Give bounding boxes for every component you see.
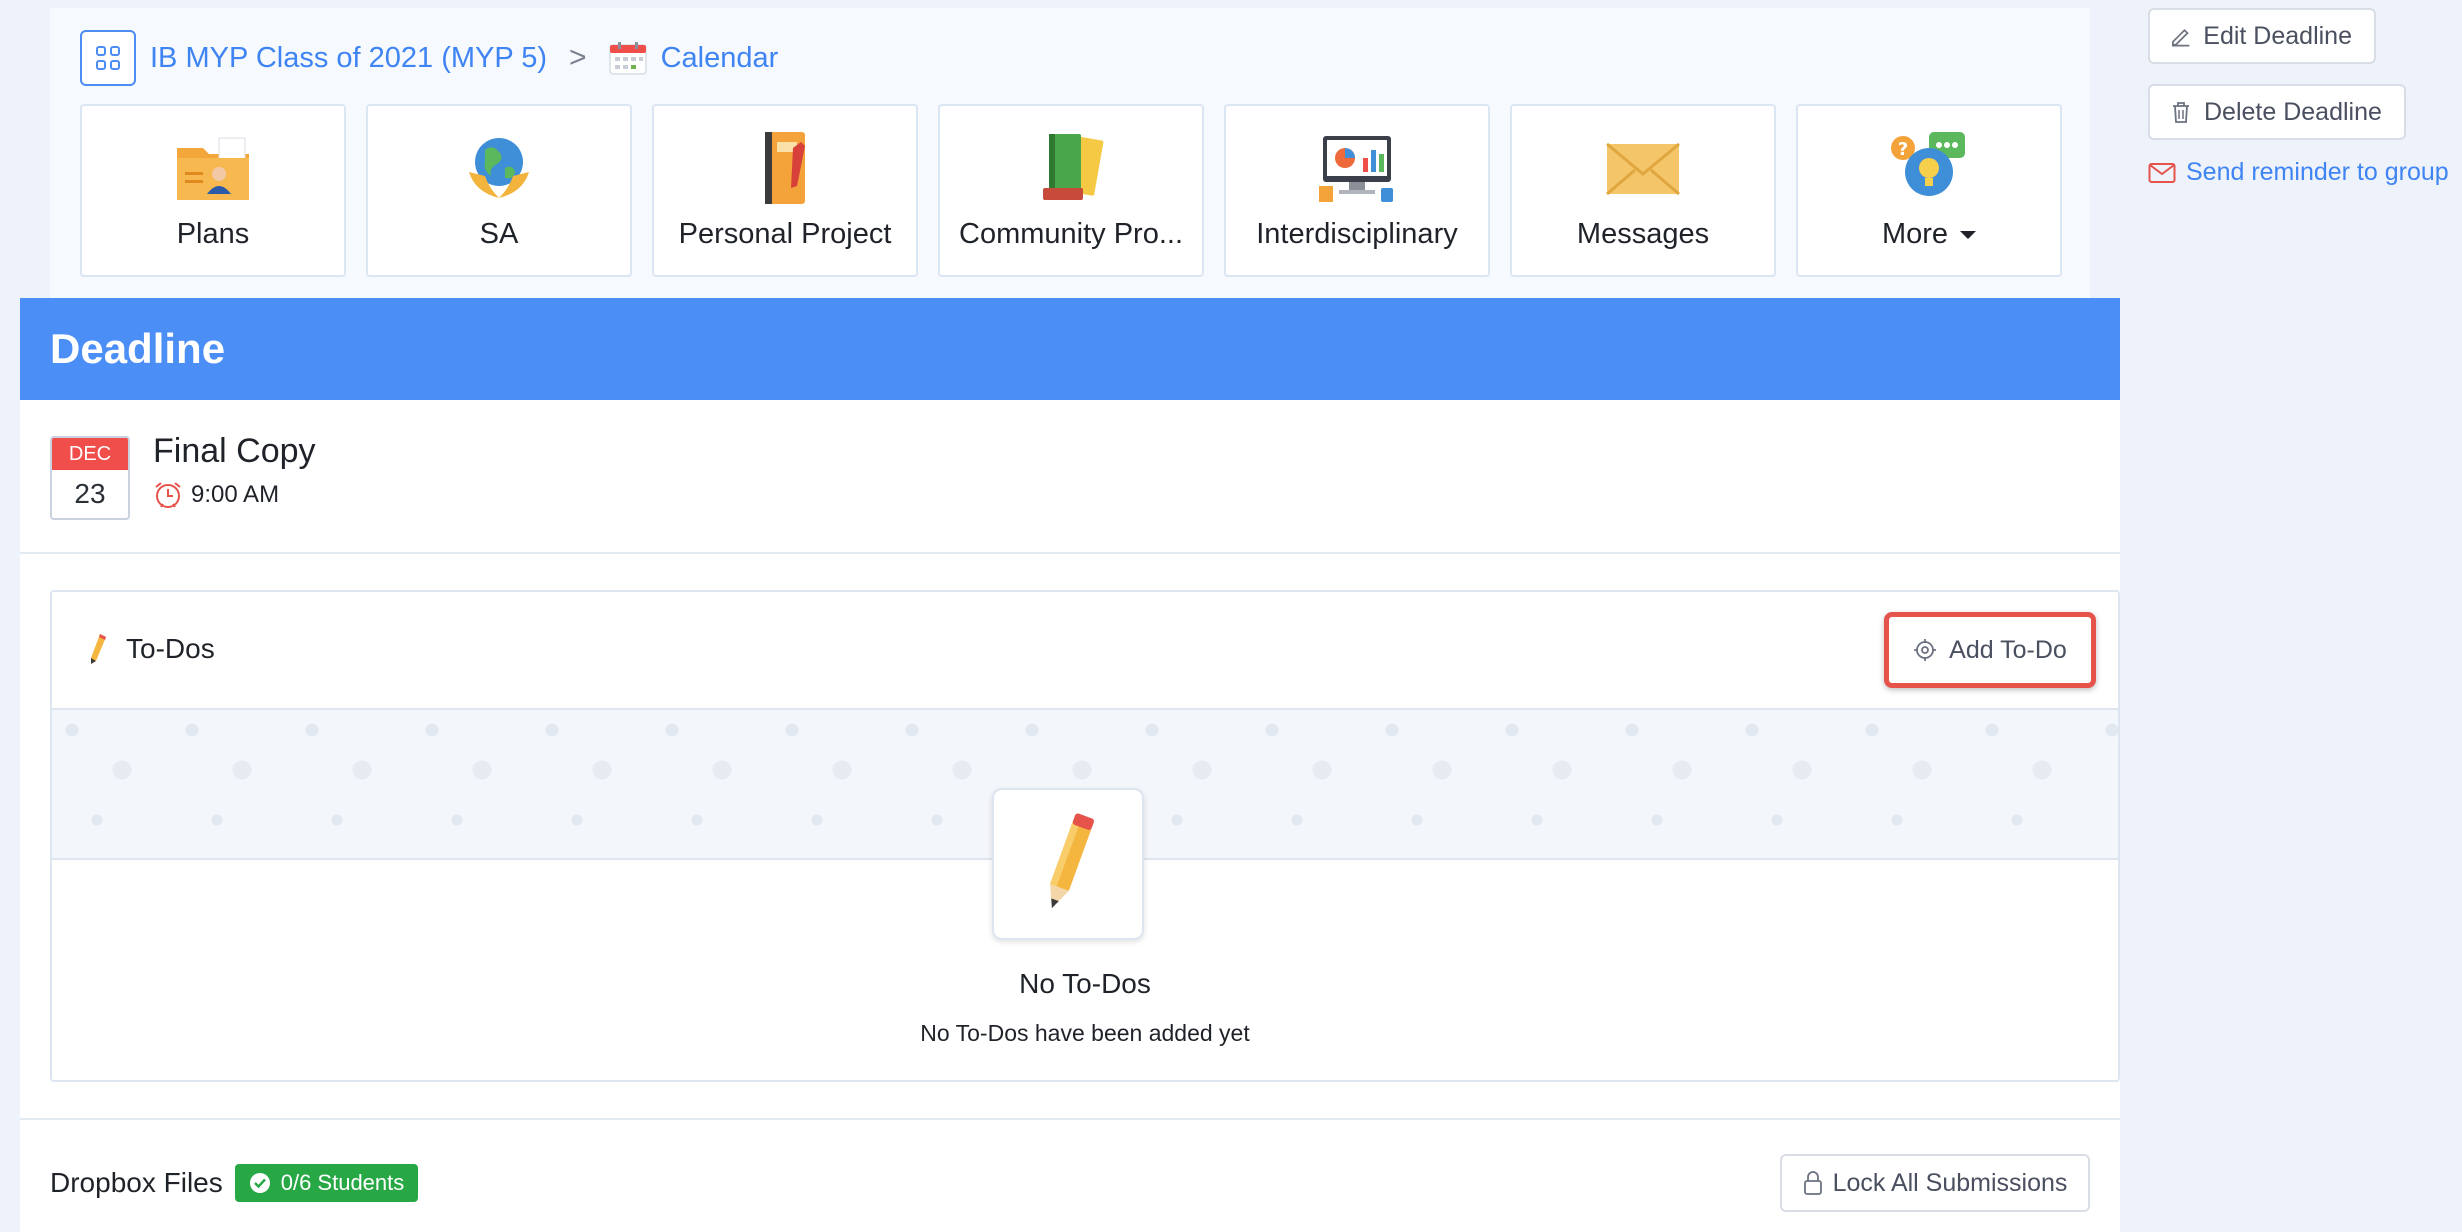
tile-sa-label: SA <box>479 218 519 250</box>
calendar-icon <box>608 42 647 75</box>
check-circle-icon <box>249 1173 270 1193</box>
breadcrumb: IB MYP Class of 2021 (MYP 5) > Calendar <box>80 30 778 86</box>
books-icon <box>1043 134 1104 200</box>
empty-state-pencil <box>992 788 1144 940</box>
dropbox-files-row: Dropbox Files 0/6 Students <box>50 1164 419 1202</box>
tile-messages-label: Messages <box>1576 218 1710 250</box>
dropbox-files-label: Dropbox Files <box>50 1167 223 1198</box>
edit-deadline-button[interactable]: Edit Deadline <box>2148 8 2376 64</box>
delete-deadline-label: Delete Deadline <box>2204 97 2382 126</box>
plans-icon <box>177 137 249 200</box>
globe-hands-icon <box>469 138 529 198</box>
mail-icon <box>2148 162 2176 183</box>
send-reminder-link[interactable]: Send reminder to group <box>2148 158 2462 187</box>
target-icon <box>1914 639 1937 661</box>
tile-more-text: More <box>1881 218 1949 250</box>
pencil-icon <box>2171 28 2190 47</box>
section-divider <box>20 1118 2120 1120</box>
tile-personal-project-label: Personal Project <box>678 218 892 250</box>
grid-icon <box>96 46 120 70</box>
help-chat-icon: ? <box>1891 132 1965 196</box>
deadline-card: Deadline DEC 23 Final Copy 9:00 AM To-Do… <box>20 298 2120 1232</box>
empty-state-subtitle: No To-Dos have been added yet <box>920 1020 1250 1046</box>
pencil-icon <box>91 634 106 664</box>
event-time: 9:00 AM <box>153 480 279 510</box>
date-badge: DEC 23 <box>50 436 130 520</box>
deadline-header: Deadline <box>20 298 2120 400</box>
breadcrumb-class-link[interactable]: IB MYP Class of 2021 (MYP 5) <box>150 42 547 75</box>
breadcrumb-calendar-link[interactable]: Calendar <box>661 42 779 75</box>
breadcrumb-separator: > <box>569 41 587 74</box>
lock-icon <box>1803 1171 1822 1195</box>
todos-title: To-Dos <box>88 632 215 666</box>
tile-community-project[interactable]: Community Pro... <box>938 104 1204 277</box>
students-badge: 0/6 Students <box>234 1164 419 1202</box>
edit-deadline-label: Edit Deadline <box>2203 21 2352 50</box>
tile-more-label: More <box>1881 218 1977 251</box>
delete-deadline-button[interactable]: Delete Deadline <box>2148 84 2406 140</box>
event-time-text: 9:00 AM <box>191 481 280 508</box>
tile-more[interactable]: ? More <box>1796 104 2062 277</box>
tile-personal-project[interactable]: Personal Project <box>652 104 918 277</box>
tile-interdisciplinary[interactable]: Interdisciplinary <box>1224 104 1490 277</box>
trash-icon <box>2173 102 2189 123</box>
tile-plans-label: Plans <box>176 218 250 250</box>
send-reminder-label: Send reminder to group <box>2186 158 2449 186</box>
tile-plans[interactable]: Plans <box>80 104 346 277</box>
caret-down-icon <box>1960 231 1977 240</box>
tile-interdisciplinary-label: Interdisciplinary <box>1256 218 1458 250</box>
todos-header: To-Dos Add To-Do <box>52 592 2118 710</box>
event-summary: DEC 23 Final Copy 9:00 AM <box>20 400 2120 554</box>
empty-state-title: No To-Dos <box>1019 968 1151 999</box>
todos-panel: To-Dos Add To-Do No To-Dos No To-Dos hav… <box>50 590 2120 1082</box>
students-badge-text: 0/6 Students <box>280 1170 405 1195</box>
todos-title-text: To-Dos <box>126 633 215 664</box>
date-month: DEC <box>52 438 128 470</box>
date-day: 23 <box>74 478 106 509</box>
lock-all-submissions-button[interactable]: Lock All Submissions <box>1780 1154 2090 1212</box>
lock-all-label: Lock All Submissions <box>1832 1168 2068 1197</box>
add-todo-label: Add To-Do <box>1949 635 2067 664</box>
add-todo-button[interactable]: Add To-Do <box>1884 612 2096 688</box>
module-tiles: Plans SA Personal Project Community Pro.… <box>80 104 2062 277</box>
pencil-icon <box>1050 813 1094 909</box>
alarm-clock-icon <box>155 482 181 508</box>
tile-community-project-label: Community Pro... <box>959 218 1183 250</box>
notebook-icon <box>765 132 805 204</box>
tile-sa[interactable]: SA <box>366 104 632 277</box>
class-nav-panel: IB MYP Class of 2021 (MYP 5) > Calendar <box>50 8 2090 298</box>
event-title: Final Copy <box>153 432 316 470</box>
apps-grid-button[interactable] <box>80 30 136 86</box>
tile-messages[interactable]: Messages <box>1510 104 1776 277</box>
svg-text:?: ? <box>1898 139 1908 160</box>
envelope-icon <box>1606 142 1680 196</box>
computer-chart-icon <box>1319 136 1393 202</box>
